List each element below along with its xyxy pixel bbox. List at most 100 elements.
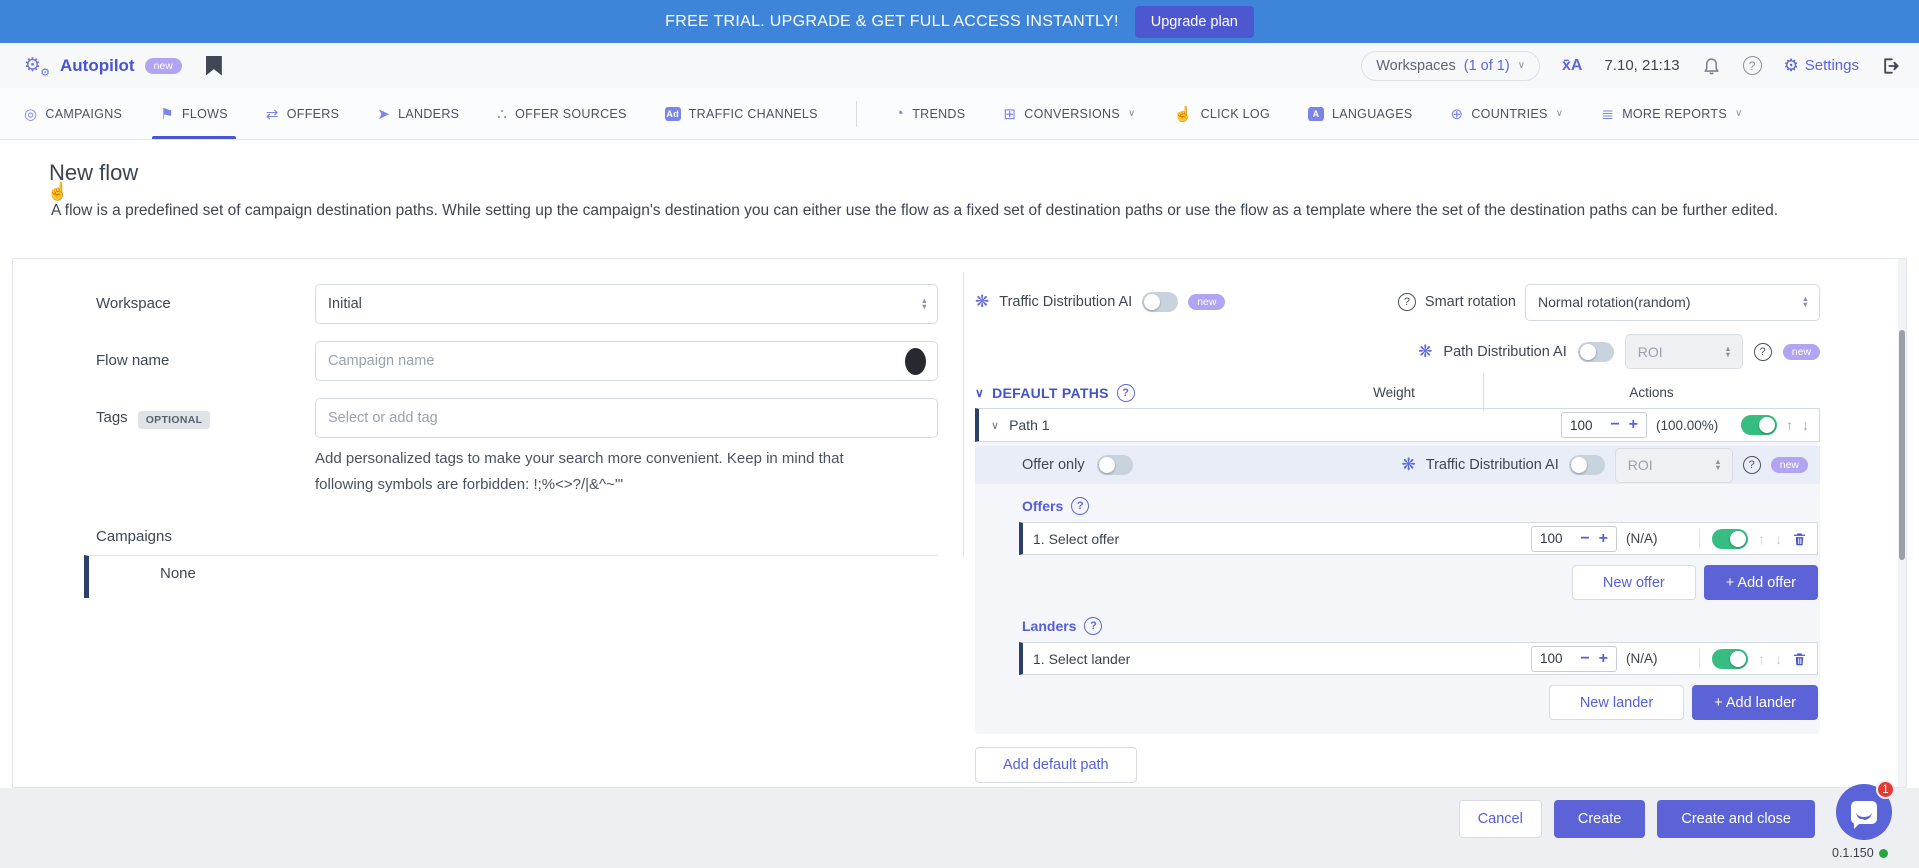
chevron-down-icon: ∨ (991, 419, 999, 432)
select-chevrons-icon: ▲▼ (1714, 459, 1721, 471)
offers-header: Offers (1022, 498, 1063, 514)
translate-icon[interactable]: x̄A (1562, 57, 1582, 75)
flow-form: Workspace Initial ▲▼ Flow name Tags OPTI… (96, 284, 938, 598)
roi-select-disabled: ROI ▲▼ (1615, 448, 1733, 483)
nav-click-log[interactable]: ☝ CLICK LOG (1174, 88, 1270, 139)
gear-icon: ⚙ (1784, 56, 1799, 76)
move-down-icon[interactable]: ↓ (1802, 417, 1809, 433)
create-button[interactable]: Create (1554, 800, 1646, 838)
move-up-icon[interactable]: ↑ (1786, 417, 1793, 433)
smart-rotation-select[interactable]: Normal rotation(random) ▲▼ (1525, 284, 1820, 321)
nav-more-reports[interactable]: ≣ MORE REPORTS ∨ (1601, 88, 1742, 139)
scrollbar-thumb[interactable] (1899, 330, 1905, 560)
cancel-button[interactable]: Cancel (1459, 800, 1542, 838)
new-lander-button[interactable]: New lander (1549, 685, 1684, 720)
add-offer-button[interactable]: + Add offer (1704, 565, 1818, 600)
nav-trends[interactable]: ◔ TRENDS (895, 88, 966, 139)
new-offer-button[interactable]: New offer (1572, 565, 1696, 600)
nav-landers[interactable]: ➤ LANDERS (377, 88, 459, 139)
default-paths-toggle[interactable]: ∨ DEFAULT PATHS ? (975, 384, 1135, 402)
path-1-enabled-toggle[interactable] (1741, 415, 1777, 435)
nav-flows[interactable]: ⚑ FLOWS (160, 88, 228, 139)
nav-campaigns[interactable]: ◎ CAMPAIGNS (24, 88, 122, 139)
logout-icon[interactable] (1881, 56, 1901, 76)
nav-languages[interactable]: A LANGUAGES (1308, 88, 1413, 139)
plus-icon[interactable]: + (1629, 417, 1638, 433)
header-datetime: 7.10, 21:13 (1604, 57, 1679, 74)
offer-row[interactable]: 1. Select offer 100 − + (N/A) ↑ ↓ (1019, 522, 1818, 555)
path-1-body: Offer only ❋ Traffic Distribution AI ROI… (975, 442, 1820, 734)
path-traffic-ai-toggle[interactable] (1569, 455, 1605, 475)
path-ai-help-icon[interactable]: ? (1754, 343, 1772, 361)
notifications-bell-icon[interactable] (1702, 56, 1721, 75)
offers-help-icon[interactable]: ? (1071, 497, 1089, 515)
lander-enabled-toggle[interactable] (1712, 649, 1748, 669)
nav-divider (856, 101, 857, 127)
lander-weight-stepper[interactable]: 100 − + (1531, 646, 1617, 672)
paths-table-header: ∨ DEFAULT PATHS ? Weight Actions (975, 377, 1820, 408)
plus-icon[interactable]: + (1599, 531, 1608, 547)
chat-widget-button[interactable]: 1 (1836, 784, 1892, 840)
delete-lander-icon[interactable] (1792, 651, 1807, 667)
default-paths-help-icon[interactable]: ? (1117, 384, 1135, 402)
autopilot-link[interactable]: Autopilot (60, 56, 135, 76)
password-manager-icon[interactable] (905, 348, 926, 375)
minus-icon[interactable]: − (1580, 651, 1589, 667)
offers-icon: ⇄ (266, 105, 279, 123)
move-up-icon[interactable]: ↑ (1758, 651, 1765, 667)
workspace-label: Workspace (96, 284, 315, 324)
move-down-icon[interactable]: ↓ (1775, 651, 1782, 667)
move-up-icon[interactable]: ↑ (1758, 531, 1765, 547)
traffic-distribution-ai-toggle[interactable] (1142, 292, 1178, 312)
campaigns-icon: ◎ (24, 105, 37, 123)
workspaces-dropdown[interactable]: Workspaces (1 of 1) ∨ (1361, 51, 1540, 81)
path-1-row[interactable]: ∨ Path 1 100 − + (100.00%) ↑ ↓ (975, 408, 1820, 442)
offer-enabled-toggle[interactable] (1712, 529, 1748, 549)
bookmark-icon[interactable] (206, 56, 222, 76)
path-1-weight-stepper[interactable]: 100 − + (1561, 412, 1647, 438)
column-divider (963, 272, 964, 558)
add-default-path-button[interactable]: Add default path (975, 747, 1137, 783)
smart-rotation-help-icon[interactable]: ? (1398, 293, 1416, 311)
move-down-icon[interactable]: ↓ (1775, 531, 1782, 547)
status-dot-icon (1879, 849, 1888, 858)
landers-help-icon[interactable]: ? (1084, 617, 1102, 635)
landers-icon: ➤ (377, 105, 390, 123)
chevron-down-icon: ∨ (1735, 108, 1743, 119)
countries-icon: ⊕ (1450, 105, 1463, 123)
lander-select[interactable]: 1. Select lander (1033, 651, 1130, 667)
main-nav: ◎ CAMPAIGNS ⚑ FLOWS ⇄ OFFERS ➤ LANDERS ∴… (0, 88, 1919, 140)
workspace-select[interactable]: Initial (315, 284, 938, 324)
settings-button[interactable]: ⚙ Settings (1784, 56, 1859, 76)
nav-countries[interactable]: ⊕ COUNTRIES ∨ (1450, 88, 1563, 139)
upgrade-plan-button[interactable]: Upgrade plan (1135, 6, 1254, 38)
nav-traffic-channels[interactable]: Ad TRAFFIC CHANNELS (665, 88, 818, 139)
traffic-ai-help-icon[interactable]: ? (1743, 456, 1761, 474)
ai-icon: ❋ (975, 292, 989, 312)
delete-offer-icon[interactable] (1792, 531, 1807, 547)
nav-conversions[interactable]: ⊞ CONVERSIONS ∨ (1003, 88, 1135, 139)
trial-banner-text: FREE TRIAL. UPGRADE & GET FULL ACCESS IN… (665, 13, 1119, 31)
page-description: A flow is a predefined set of campaign d… (51, 198, 1871, 223)
more-reports-icon: ≣ (1601, 105, 1614, 123)
offer-only-toggle[interactable] (1097, 455, 1133, 475)
ai-icon: ❋ (1402, 455, 1416, 475)
help-icon[interactable]: ? (1743, 56, 1762, 75)
optional-badge: OPTIONAL (138, 411, 211, 429)
add-lander-button[interactable]: + Add lander (1692, 685, 1818, 720)
path-distribution-ai-toggle[interactable] (1578, 342, 1614, 362)
flow-name-input[interactable] (315, 341, 938, 381)
nav-offer-sources[interactable]: ∴ OFFER SOURCES (497, 88, 626, 139)
chat-bubble-icon (1851, 801, 1877, 824)
lander-row[interactable]: 1. Select lander 100 − + (N/A) ↑ ↓ (1019, 642, 1818, 675)
chevron-down-icon: ∨ (1556, 108, 1564, 119)
tags-input[interactable] (315, 398, 938, 438)
offer-select[interactable]: 1. Select offer (1033, 531, 1119, 547)
minus-icon[interactable]: − (1580, 531, 1589, 547)
plus-icon[interactable]: + (1599, 651, 1608, 667)
minus-icon[interactable]: − (1610, 417, 1619, 433)
offer-weight-stepper[interactable]: 100 − + (1531, 526, 1617, 552)
create-and-close-button[interactable]: Create and close (1657, 800, 1815, 838)
nav-offers[interactable]: ⇄ OFFERS (266, 88, 339, 139)
trends-icon: ◔ (895, 105, 904, 122)
